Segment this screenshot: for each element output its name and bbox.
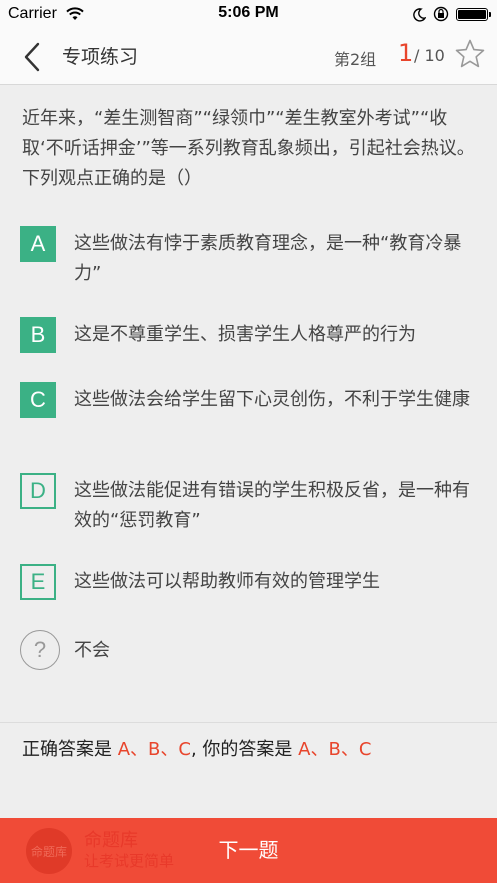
question-text: 近年来，“差生测智商”“绿领巾”“差生教室外考试”“收取‘不听话押金’”等一系列… bbox=[22, 108, 475, 189]
option-d[interactable]: D 这些做法能促进有错误的学生积极反省，是一种有效的“惩罚教育” bbox=[20, 467, 480, 539]
answer-summary: 正确答案是 A、B、C, 你的答案是 A、B、C bbox=[22, 735, 371, 761]
back-icon[interactable] bbox=[18, 39, 48, 75]
option-text: 这些做法有悖于素质教育理念，是一种“教育冷暴力” bbox=[74, 233, 462, 284]
option-b[interactable]: B 这是不尊重学生、损害学生人格尊严的行为 bbox=[20, 311, 480, 359]
option-badge: A bbox=[20, 226, 56, 262]
option-text: 这些做法能促进有错误的学生积极反省，是一种有效的“惩罚教育” bbox=[74, 480, 470, 531]
correct-answer-label: 正确答案是 bbox=[22, 739, 112, 760]
question-mark-icon: ? bbox=[20, 630, 60, 670]
option-a[interactable]: A 这些做法有悖于素质教育理念，是一种“教育冷暴力” bbox=[20, 220, 480, 292]
rotation-lock-icon bbox=[432, 6, 450, 26]
option-text: 不会 bbox=[74, 640, 110, 661]
total-questions: / 10 bbox=[414, 46, 445, 65]
option-c[interactable]: C 这些做法会给学生留下心灵创伤，不利于学生健康 bbox=[20, 376, 480, 448]
moon-icon bbox=[412, 7, 427, 26]
next-question-button[interactable]: 下一题 bbox=[0, 818, 497, 883]
group-label: 第2组 bbox=[334, 50, 377, 69]
page-title: 专项练习 bbox=[62, 46, 139, 68]
favorite-star-icon[interactable] bbox=[454, 38, 486, 74]
option-badge: E bbox=[20, 564, 56, 600]
option-text: 这是不尊重学生、损害学生人格尊严的行为 bbox=[74, 324, 416, 345]
divider bbox=[0, 722, 497, 723]
battery-icon bbox=[456, 8, 491, 21]
your-answer-label: 你的答案是 bbox=[202, 739, 293, 760]
option-e[interactable]: E 这些做法可以帮助教师有效的管理学生 bbox=[20, 558, 480, 606]
answer-separator: , bbox=[190, 739, 203, 760]
nav-bar: 专项练习 第2组 1 / 10 bbox=[0, 30, 497, 85]
option-badge: B bbox=[20, 317, 56, 353]
status-bar: Carrier 5:06 PM bbox=[0, 0, 497, 30]
option-dont-know[interactable]: ? 不会 bbox=[20, 627, 480, 675]
correct-answer-value: A、B、C bbox=[117, 739, 191, 760]
current-question-number: 1 bbox=[398, 39, 414, 67]
option-text: 这些做法会给学生留下心灵创伤，不利于学生健康 bbox=[74, 389, 470, 410]
option-badge: D bbox=[20, 473, 56, 509]
option-badge: C bbox=[20, 382, 56, 418]
bottom-bar: 命题库 命题库 让考试更简单 下一题 bbox=[0, 818, 497, 883]
your-answer-value: A、B、C bbox=[298, 739, 372, 760]
option-text: 这些做法可以帮助教师有效的管理学生 bbox=[74, 571, 380, 592]
